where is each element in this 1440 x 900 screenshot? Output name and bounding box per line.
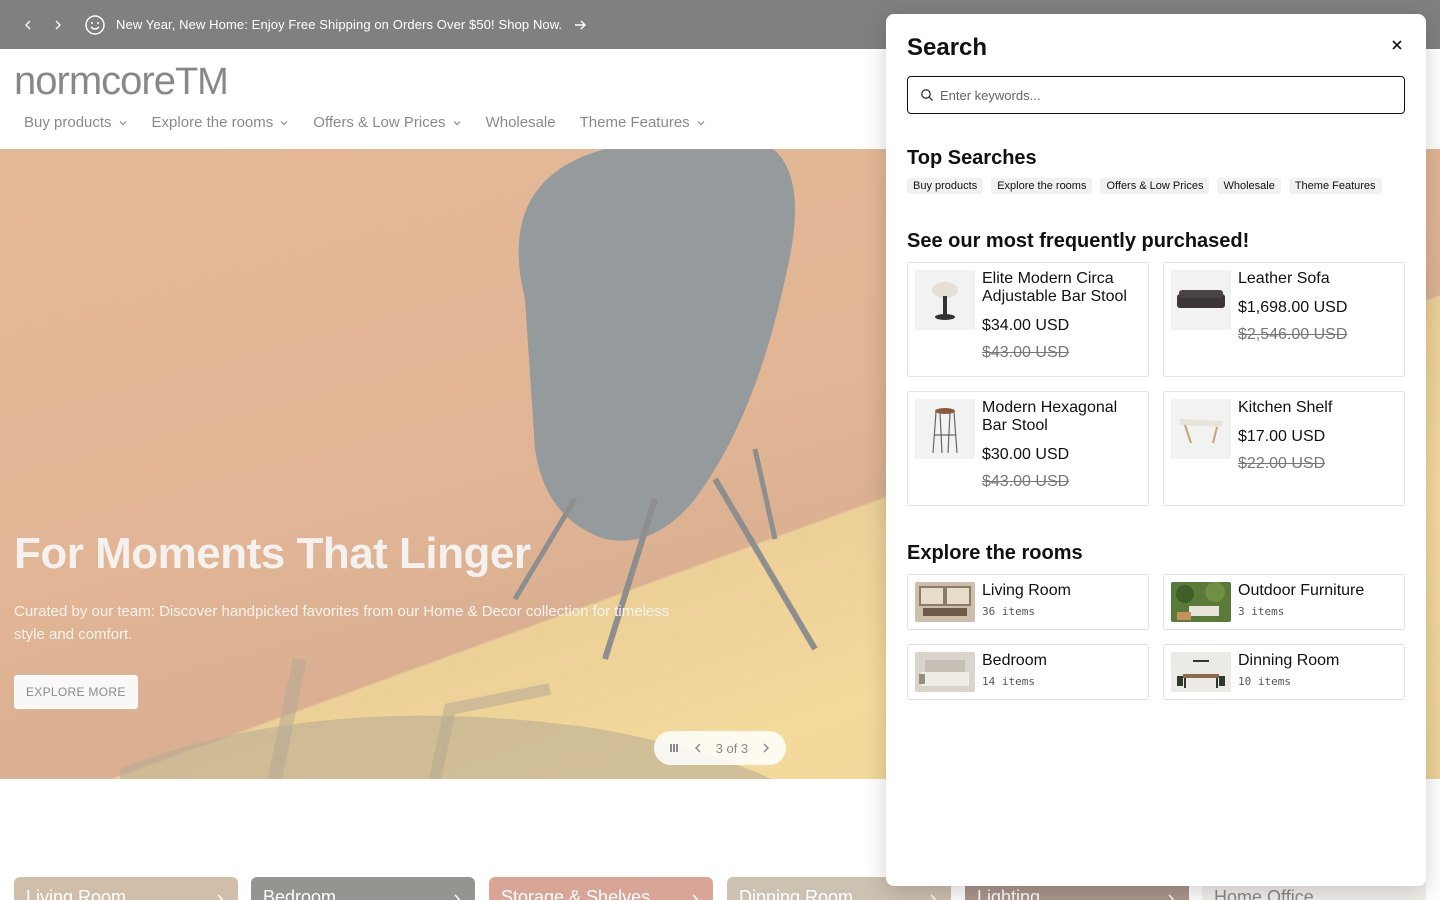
room-name: Outdoor Furniture (1238, 582, 1365, 599)
product-compare-price: $22.00 USD (1238, 455, 1326, 472)
search-title: Search (907, 34, 988, 61)
search-icon (921, 89, 933, 101)
product-card[interactable]: Kitchen Shelf $17.00 USD $22.00 USD (1163, 391, 1405, 506)
room-item-count: 14 items (982, 675, 1035, 688)
kitchen-shelf-thumbnail (1171, 399, 1231, 459)
search-input[interactable] (940, 87, 1380, 103)
product-name: Elite Modern Circa Adjustable Bar Stool (982, 270, 1127, 305)
room-item-count: 10 items (1238, 675, 1291, 688)
room-card[interactable]: Dinning Room 10 items (1163, 644, 1405, 700)
top-search-chip[interactable]: Theme Features (1288, 178, 1382, 194)
top-search-chip[interactable]: Wholesale (1217, 178, 1281, 194)
room-name: Dinning Room (1238, 652, 1340, 669)
room-name: Living Room (982, 582, 1071, 599)
dinning-room-thumbnail (1171, 652, 1231, 692)
product-name: Modern Hexagonal Bar Stool (982, 399, 1118, 434)
sofa-thumbnail (1171, 270, 1231, 330)
top-searches-title: Top Searches (907, 147, 1037, 169)
explore-rooms-title: Explore the rooms (907, 542, 1083, 564)
close-icon[interactable] (1388, 36, 1406, 54)
product-price: $30.00 USD (982, 446, 1070, 463)
frequently-purchased-title: See our most frequently purchased! (907, 230, 1250, 252)
outdoor-furniture-thumbnail (1171, 582, 1231, 622)
product-compare-price: $43.00 USD (982, 344, 1070, 361)
room-card[interactable]: Outdoor Furniture 3 items (1163, 574, 1405, 630)
room-item-count: 3 items (1238, 605, 1285, 618)
hexagonal-stool-thumbnail (915, 399, 975, 459)
search-field[interactable] (907, 76, 1405, 114)
room-name: Bedroom (982, 652, 1047, 669)
product-compare-price: $43.00 USD (982, 473, 1070, 490)
product-name: Kitchen Shelf (1238, 399, 1333, 416)
top-searches-list: Buy products Explore the rooms Offers & … (907, 178, 1382, 194)
product-name: Leather Sofa (1238, 270, 1330, 287)
top-search-chip[interactable]: Explore the rooms (991, 178, 1093, 194)
room-item-count: 36 items (982, 605, 1035, 618)
product-price: $34.00 USD (982, 317, 1070, 334)
product-compare-price: $2,546.00 USD (1238, 326, 1348, 343)
top-search-chip[interactable]: Buy products (907, 178, 984, 194)
product-price: $1,698.00 USD (1238, 299, 1348, 316)
room-card[interactable]: Living Room 36 items (907, 574, 1149, 630)
product-card[interactable]: Elite Modern Circa Adjustable Bar Stool … (907, 262, 1149, 377)
room-card[interactable]: Bedroom 14 items (907, 644, 1149, 700)
product-card[interactable]: Modern Hexagonal Bar Stool $30.00 USD $4… (907, 391, 1149, 506)
product-price: $17.00 USD (1238, 428, 1326, 445)
top-search-chip[interactable]: Offers & Low Prices (1100, 178, 1210, 194)
living-room-thumbnail (915, 582, 975, 622)
product-card[interactable]: Leather Sofa $1,698.00 USD $2,546.00 USD (1163, 262, 1405, 377)
bar-stool-thumbnail (915, 270, 975, 330)
search-drawer: Search Top Searches Buy products Explore… (886, 14, 1426, 886)
bedroom-thumbnail (915, 652, 975, 692)
